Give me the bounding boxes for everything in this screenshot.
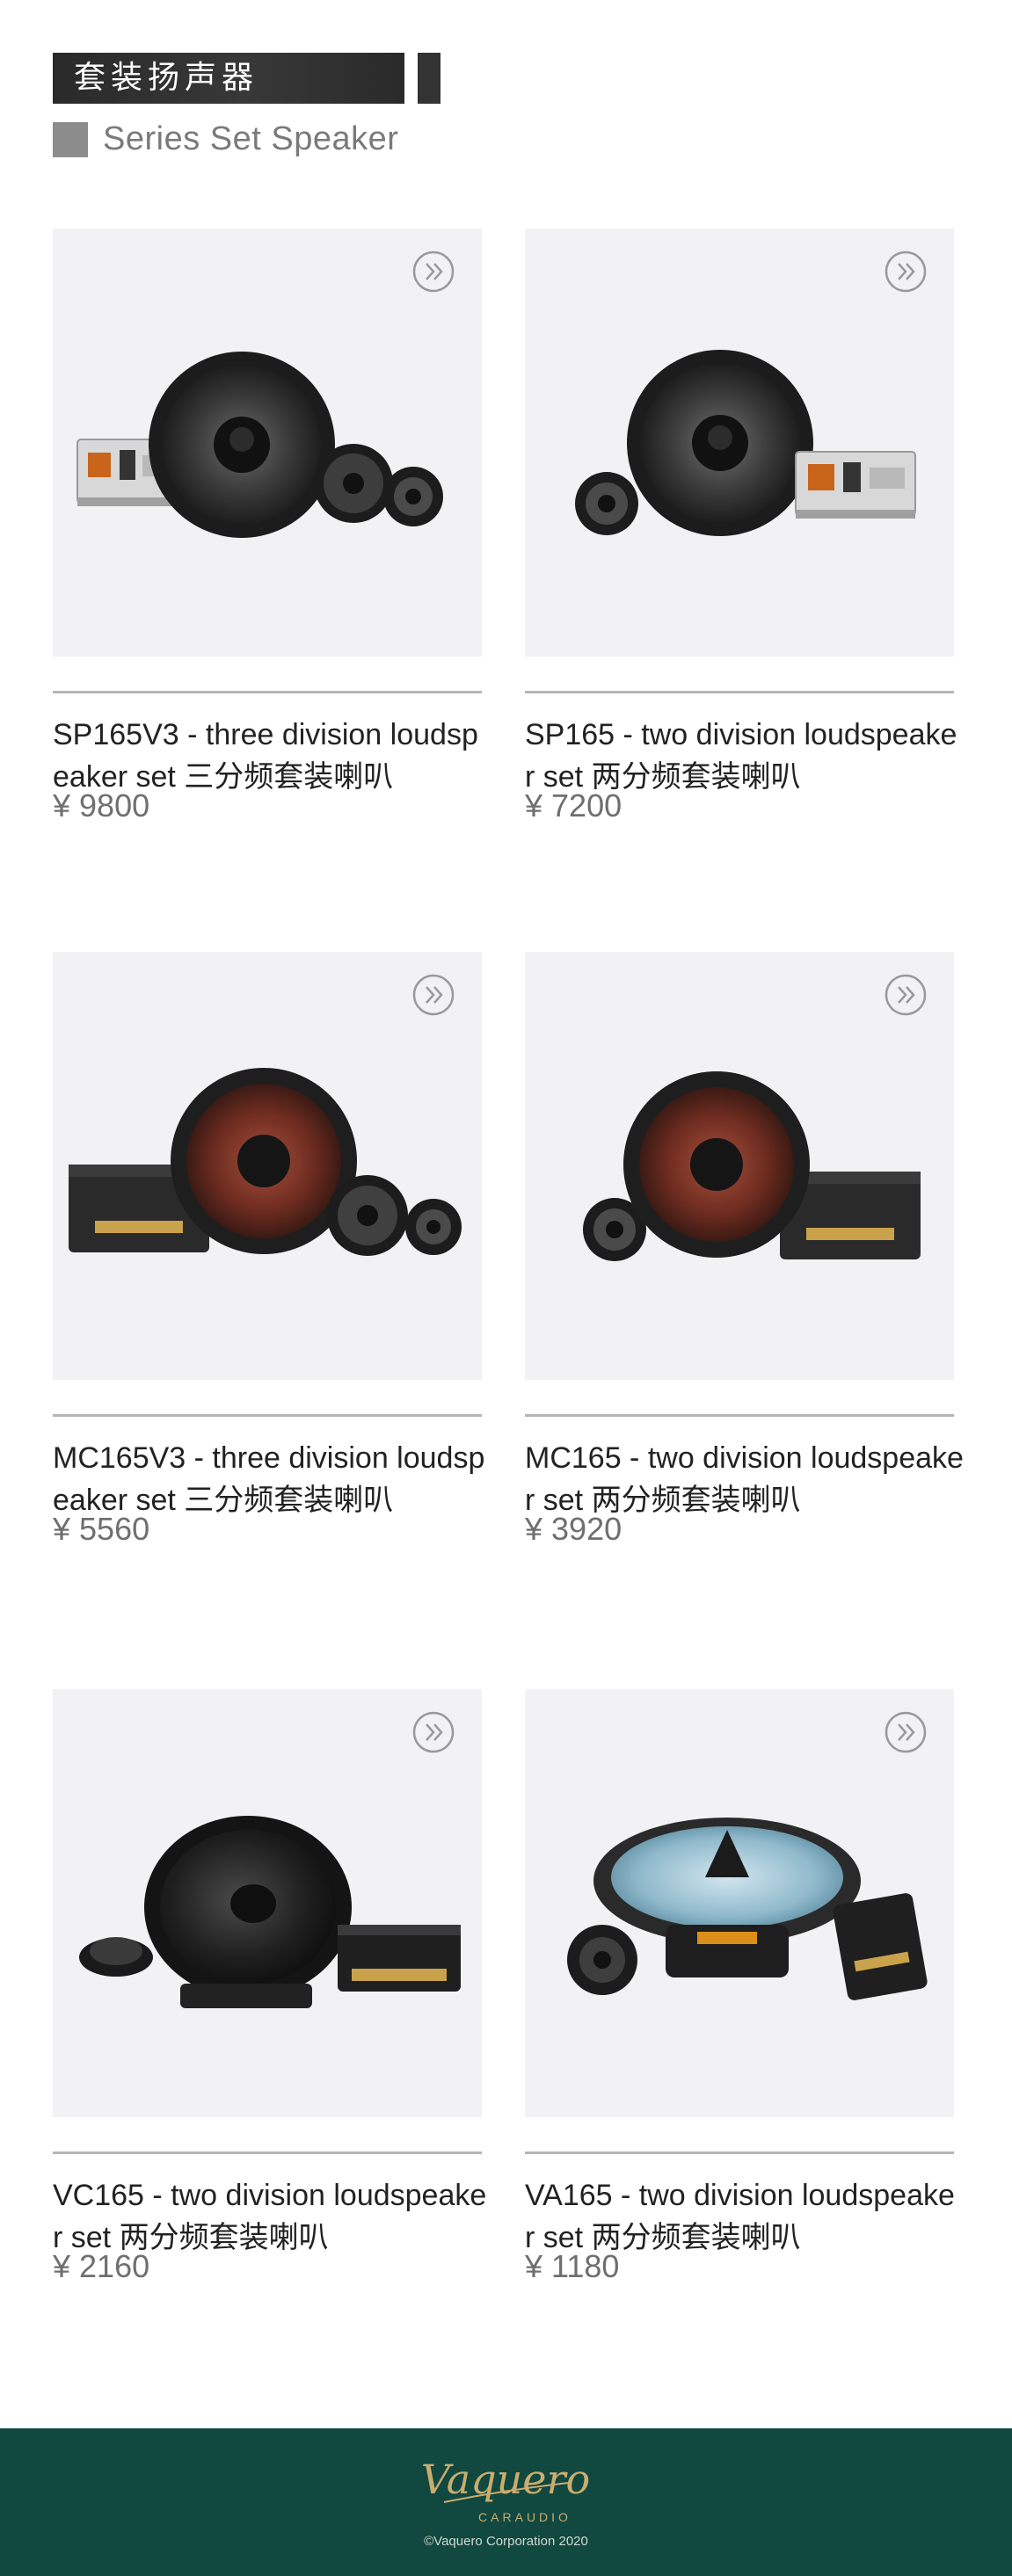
product-card-va165[interactable]: VA165 - two division loudspeaker set 两分频… <box>525 1689 955 2284</box>
product-image[interactable] <box>53 1689 482 2117</box>
title-bar-accent <box>418 53 440 104</box>
product-price: ¥ 3920 <box>525 1511 622 1547</box>
product-image[interactable] <box>53 229 482 657</box>
card-divider <box>53 691 482 693</box>
product-card-mc165[interactable]: MC165 - two division loudspeaker set 两分频… <box>525 952 964 1547</box>
card-divider <box>525 2152 954 2154</box>
double-chevron-right-icon[interactable] <box>411 1710 455 1754</box>
product-card-mc165v3[interactable]: MC165V3 - three division loudspeaker set… <box>53 952 484 1547</box>
card-divider <box>53 2152 482 2154</box>
product-price: ¥ 5560 <box>53 1511 150 1547</box>
card-divider <box>525 691 954 693</box>
product-image[interactable] <box>525 229 954 657</box>
page-footer: Vaquero CARAUDIO ©Vaquero Corporation 20… <box>0 2428 1012 2576</box>
subtitle-marker <box>53 122 88 157</box>
section-title: 套装扬声器 <box>74 60 259 96</box>
product-image[interactable] <box>53 952 482 1380</box>
card-divider <box>53 1414 482 1417</box>
double-chevron-right-icon[interactable] <box>411 973 455 1017</box>
double-chevron-right-icon[interactable] <box>884 973 928 1017</box>
double-chevron-right-icon[interactable] <box>884 1710 928 1754</box>
brand-subline: CARAUDIO <box>478 2510 572 2524</box>
section-subtitle: Series Set Speaker <box>103 120 399 157</box>
copyright-text: ©Vaquero Corporation 2020 <box>424 2534 588 2549</box>
product-card-sp165[interactable]: SP165 - two division loudspeaker set 两分频… <box>525 229 957 824</box>
brand-wordmark: Vaquero <box>421 2456 590 2503</box>
product-price: ¥ 9800 <box>53 787 150 824</box>
card-divider <box>525 1414 954 1417</box>
product-image[interactable] <box>525 952 954 1380</box>
product-card-sp165v3[interactable]: SP165V3 - three division loudspeaker set… <box>53 229 482 824</box>
vaquero-logo[interactable]: Vaquero CARAUDIO <box>418 2448 593 2529</box>
section-title-bar: 套装扬声器 <box>53 53 404 104</box>
product-price: ¥ 2160 <box>53 2248 150 2284</box>
product-price: ¥ 1180 <box>525 2248 620 2284</box>
product-card-vc165[interactable]: VC165 - two division loudspeaker set 两分频… <box>53 1689 486 2284</box>
double-chevron-right-icon[interactable] <box>884 250 928 294</box>
double-chevron-right-icon[interactable] <box>411 250 455 294</box>
product-price: ¥ 7200 <box>525 787 622 824</box>
product-image[interactable] <box>525 1689 954 2117</box>
